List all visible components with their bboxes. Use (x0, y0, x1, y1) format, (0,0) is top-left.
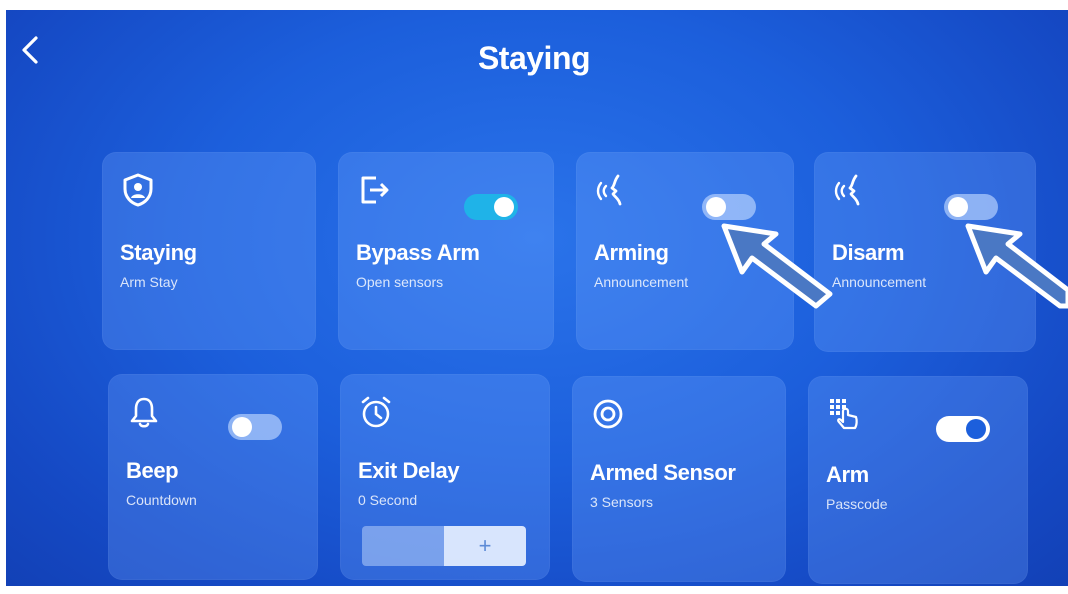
card-label: Arm (826, 462, 869, 487)
keypad-hand-icon (830, 399, 858, 430)
card-sublabel: 0 Second (358, 492, 418, 508)
toggle-knob (232, 417, 252, 437)
app-screen: Staying Staying Arm Stay Bypass Arm Open… (0, 0, 1068, 594)
card-label: Disarm (832, 240, 905, 265)
disarm-announcement-toggle[interactable] (944, 194, 998, 220)
card-arming-announcement[interactable]: Arming Announcement (576, 152, 794, 350)
card-label: Arming (594, 240, 669, 265)
target-sensor-icon (593, 399, 623, 429)
alarm-clock-icon (361, 396, 391, 428)
card-staying[interactable]: Staying Arm Stay (102, 152, 316, 350)
beep-toggle[interactable] (228, 414, 282, 440)
card-label: Armed Sensor (590, 460, 736, 485)
card-sublabel: Open sensors (356, 274, 444, 290)
arm-passcode-toggle[interactable] (936, 416, 990, 442)
card-arm-passcode[interactable]: Arm Passcode (808, 376, 1028, 584)
card-label: Exit Delay (358, 458, 460, 483)
toggle-knob (966, 419, 986, 439)
card-sublabel: Arm Stay (120, 274, 178, 290)
frame-bottom-edge (0, 586, 1068, 594)
card-armed-sensor[interactable]: Armed Sensor 3 Sensors (572, 376, 786, 582)
card-sublabel: Passcode (826, 496, 888, 512)
page-title: Staying (477, 40, 591, 76)
card-beep-countdown[interactable]: Beep Countdown (108, 374, 318, 580)
card-label: Beep (126, 458, 179, 483)
card-sublabel: Announcement (832, 274, 927, 290)
bell-icon (130, 397, 158, 428)
toggle-knob (948, 197, 968, 217)
card-label: Bypass Arm (356, 240, 480, 265)
voice-announcement-icon (596, 174, 622, 206)
frame-left-edge (0, 0, 6, 594)
increment-button[interactable]: + (444, 526, 526, 566)
exit-delay-stepper[interactable]: + (362, 526, 526, 566)
shield-user-icon (123, 173, 153, 207)
decrement-button[interactable] (362, 526, 444, 566)
frame-top-edge (0, 0, 1068, 10)
card-exit-delay: Exit Delay 0 Second + (340, 374, 550, 580)
card-disarm-announcement[interactable]: Disarm Announcement (814, 152, 1036, 352)
card-sublabel: Announcement (594, 274, 689, 290)
card-sublabel: Countdown (126, 492, 197, 508)
toggle-knob (706, 197, 726, 217)
voice-announcement-icon (834, 174, 860, 206)
arming-announcement-toggle[interactable] (702, 194, 756, 220)
exit-arrow-icon (361, 176, 389, 204)
card-label: Staying (120, 240, 197, 265)
card-sublabel: 3 Sensors (590, 494, 654, 510)
card-bypass-arm[interactable]: Bypass Arm Open sensors (338, 152, 554, 350)
bypass-arm-toggle[interactable] (464, 194, 518, 220)
toggle-knob (494, 197, 514, 217)
